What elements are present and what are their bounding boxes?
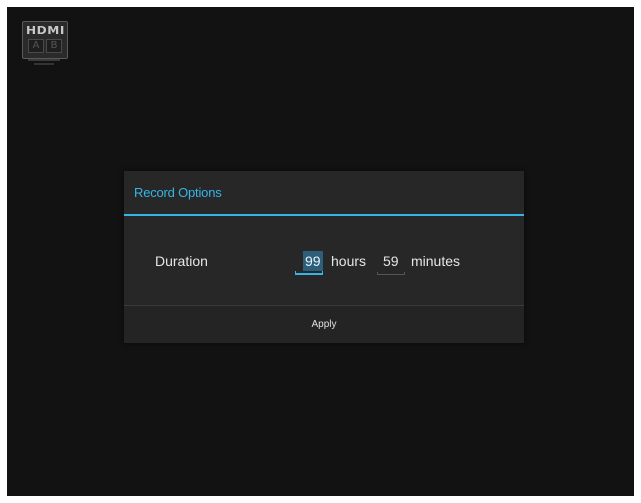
hours-input[interactable]: 99 [295, 251, 323, 275]
tv-screen: HDMI A B Record Options Duration 99 hour… [7, 7, 634, 496]
dialog-title: Record Options [134, 185, 222, 200]
hdmi-icon-base [34, 63, 54, 65]
duration-label: Duration [155, 253, 208, 269]
minutes-value: 59 [383, 253, 399, 269]
hdmi-port-a: A [28, 39, 44, 53]
hours-value: 99 [303, 251, 323, 271]
minutes-unit-label: minutes [411, 253, 461, 269]
hdmi-port-b: B [46, 39, 62, 53]
minutes-input[interactable]: 59 [377, 251, 405, 275]
record-options-dialog: Record Options Duration 99 hours 59 minu… [124, 171, 524, 343]
hdmi-icon-stand [28, 59, 60, 61]
minutes-input-underline [377, 272, 405, 275]
hdmi-icon-frame: HDMI A B [22, 21, 68, 59]
hdmi-logo-text: HDMI [26, 24, 65, 37]
hdmi-ports: A B [28, 39, 62, 53]
apply-button[interactable]: Apply [124, 306, 524, 343]
hdmi-source-icon: HDMI A B [22, 21, 68, 67]
hours-input-underline [295, 271, 323, 275]
title-divider [124, 214, 524, 216]
hours-unit-label: hours [331, 253, 367, 269]
